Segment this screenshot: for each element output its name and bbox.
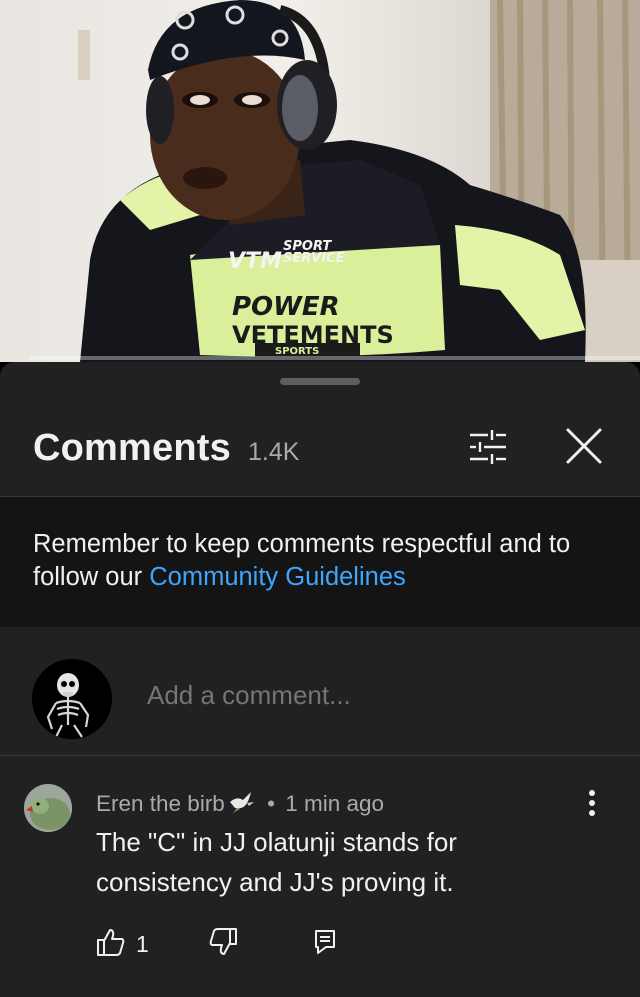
comment-meta: Eren the birb • 1 min ago [96, 790, 384, 820]
more-vertical-icon [588, 789, 596, 821]
bird-avatar-image [24, 784, 72, 832]
svg-text:POWER: POWER [232, 292, 340, 322]
close-icon [565, 427, 603, 470]
skeleton-avatar-image [32, 659, 112, 739]
comment-more-button[interactable] [578, 788, 606, 822]
user-avatar[interactable] [32, 659, 112, 739]
svg-text:VTM: VTM [228, 249, 282, 274]
drag-handle[interactable] [280, 378, 360, 385]
like-count: 1 [136, 930, 149, 957]
sliders-icon [468, 429, 508, 469]
comment-time: 1 min ago [285, 791, 385, 816]
reply-icon [314, 929, 336, 960]
video-frame: VTM SPORT SERVICE POWER VETEMENTS SPORTS [78, 0, 640, 362]
close-button[interactable] [558, 422, 610, 474]
filter-button[interactable] [462, 426, 514, 472]
video-player[interactable]: VTM SPORT SERVICE POWER VETEMENTS SPORTS [0, 0, 640, 362]
comment-text: The "C" in JJ olatunji stands for consis… [96, 827, 457, 897]
comments-count: 1.4K [248, 438, 300, 466]
add-comment-row [0, 627, 640, 756]
comment-item: Eren the birb • 1 min ago The "C" in JJ … [0, 756, 640, 997]
comments-panel: Comments 1.4K Remember to keep comments … [0, 362, 640, 997]
comment-author[interactable]: Eren the birb [96, 791, 225, 816]
meta-separator: • [267, 791, 275, 816]
add-comment-input[interactable] [145, 679, 589, 712]
like-button[interactable]: 1 [96, 926, 149, 962]
dove-icon [227, 790, 255, 820]
dislike-button[interactable] [208, 926, 238, 962]
commenter-avatar[interactable] [24, 784, 72, 832]
svg-text:SERVICE: SERVICE [283, 251, 345, 266]
reply-button[interactable] [314, 926, 336, 962]
thumbs-down-icon [208, 927, 238, 962]
comments-title: Comments [33, 427, 231, 469]
banner-text: Remember to keep comments respectful and… [33, 528, 593, 594]
thumbs-up-icon [96, 927, 126, 962]
video-progress-bar[interactable] [30, 356, 640, 360]
comments-header: Comments 1.4K [0, 402, 640, 497]
community-guidelines-link[interactable]: Community Guidelines [149, 563, 406, 591]
community-guidelines-banner: Remember to keep comments respectful and… [0, 497, 640, 627]
